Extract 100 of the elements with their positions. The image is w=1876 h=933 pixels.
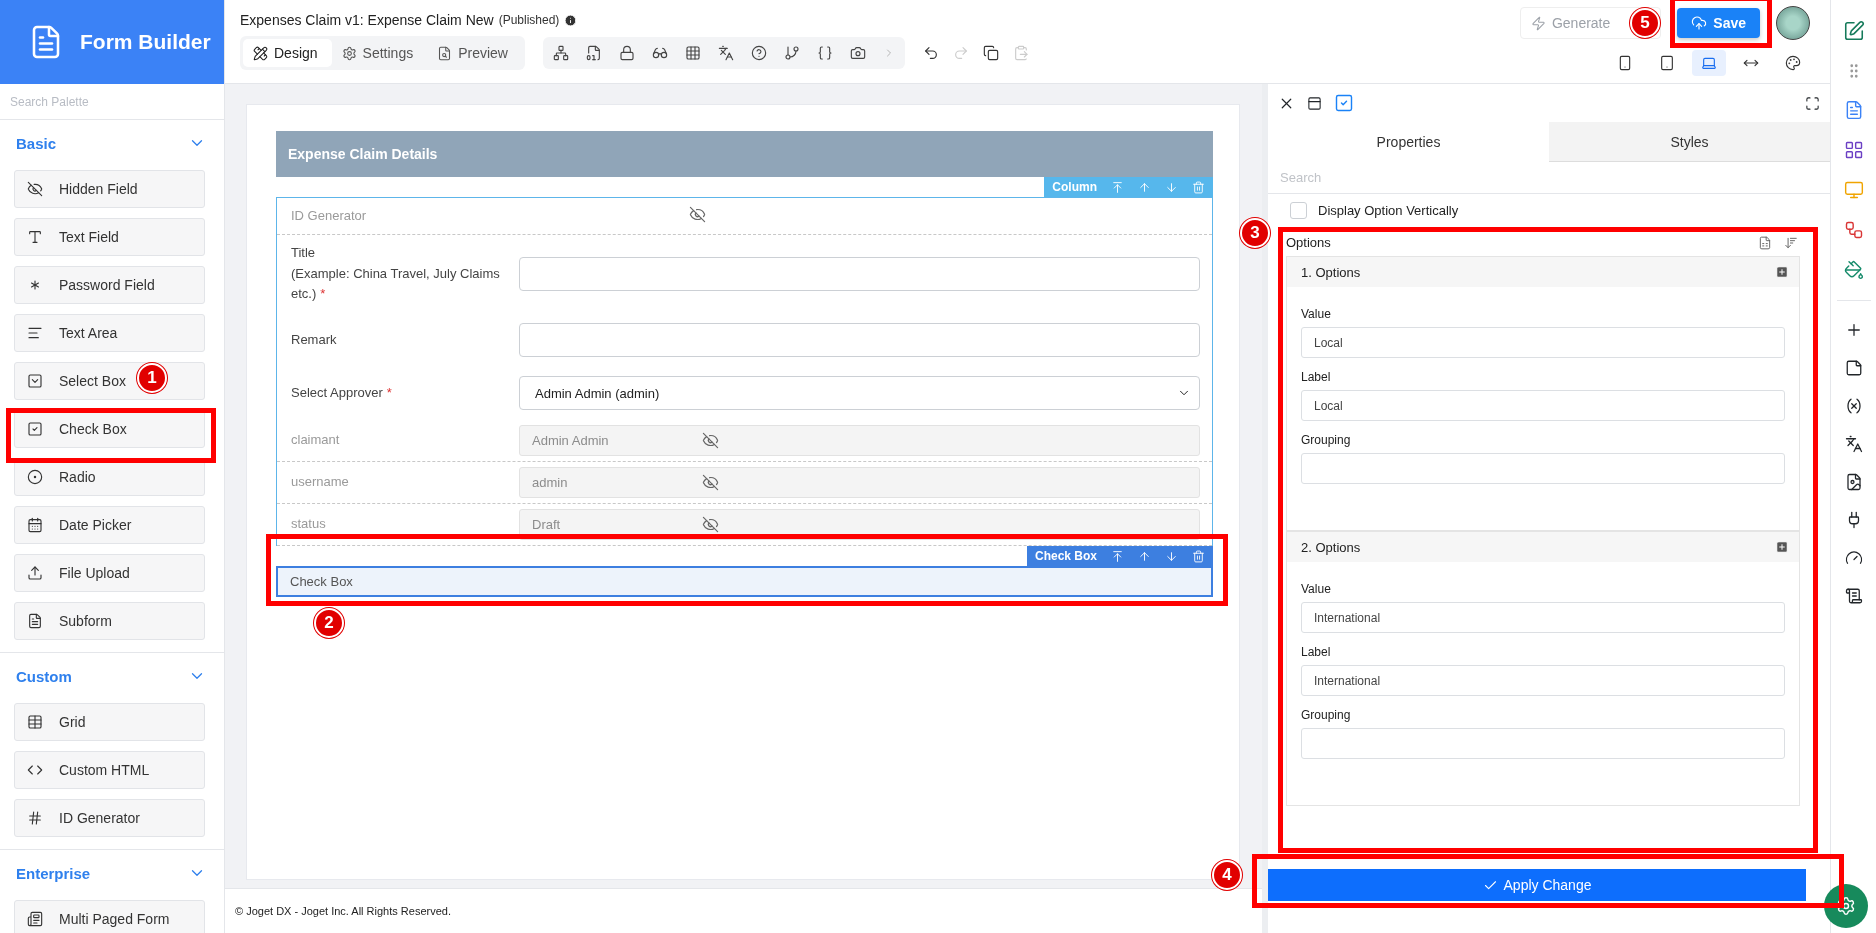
form-field[interactable]: Remark (277, 314, 1212, 367)
palette-item[interactable]: Grid (14, 703, 205, 741)
phone-icon (1617, 55, 1633, 71)
palette-item[interactable]: Subform (14, 602, 205, 640)
gauge-icon (1844, 549, 1863, 567)
form-field[interactable]: Title (Example: China Travel, July Claims etc.) * (277, 235, 1212, 314)
arrow-down-icon (1165, 549, 1178, 563)
tab[interactable]: Styles (1549, 122, 1830, 162)
csv-icon (1758, 235, 1772, 250)
field-label: ID Generator (291, 207, 367, 223)
laptop-icon (1701, 55, 1717, 71)
table-icon (1843, 140, 1864, 160)
field-hint: (Example: China Travel, July Claims etc.) * (291, 264, 501, 304)
workflow-icon (1843, 220, 1864, 240)
field-label: Remark (291, 331, 337, 347)
input-field[interactable] (519, 323, 1200, 357)
move-top-icon (1111, 180, 1124, 194)
lightning-icon (1530, 15, 1546, 31)
sort-icon (1784, 235, 1798, 250)
input-field[interactable]: International (1301, 602, 1785, 633)
scroll-icon (1844, 587, 1863, 605)
palette-item[interactable]: Password Field (14, 266, 205, 304)
input-field[interactable] (519, 257, 1200, 291)
pencil-ruler-icon (253, 45, 268, 61)
option-field-label: Label (1301, 645, 1332, 659)
cloud-upload-icon (1691, 15, 1708, 31)
option-field-label: Grouping (1301, 708, 1352, 722)
help-icon (751, 45, 767, 61)
palette-item[interactable]: Text Field (14, 218, 205, 256)
copy-icon (983, 45, 999, 61)
option-title: 2. Options (1301, 539, 1361, 555)
field-label: username (291, 474, 349, 490)
trash-icon (1192, 549, 1205, 563)
code-icon (27, 762, 43, 778)
save-button[interactable]: Save (1677, 8, 1760, 38)
variable-icon (1844, 397, 1863, 415)
add-icon (1775, 265, 1789, 279)
arrow-down-icon (1165, 180, 1178, 194)
option-field-label: Value (1301, 582, 1332, 596)
input-field[interactable]: International (1301, 665, 1785, 696)
input-field[interactable] (1301, 728, 1785, 759)
glasses-icon (652, 45, 668, 61)
field-label: status (291, 516, 326, 532)
trash-icon (1192, 180, 1205, 194)
palette-item[interactable]: Hidden Field (14, 170, 205, 208)
readonly-field: Admin Admin (519, 425, 1200, 456)
info-icon (564, 13, 578, 27)
section-title[interactable]: Basic (16, 134, 57, 152)
input-field[interactable] (1301, 453, 1785, 484)
calendar-icon (27, 517, 43, 533)
checkbox-label: Display Option Vertically (1318, 203, 1459, 218)
input-field[interactable]: Local (1301, 390, 1785, 421)
lock-icon (619, 45, 635, 61)
section-title[interactable]: Custom (16, 667, 72, 685)
eye-off-icon (27, 181, 43, 197)
text-lines-icon (27, 325, 43, 341)
form-title: Expenses Claim v1: Expense Claim New (240, 12, 494, 28)
option-field-label: Label (1301, 370, 1332, 384)
tab[interactable]: Design (243, 39, 332, 67)
panel-icon (1307, 95, 1322, 111)
palette-item[interactable]: Multi Paged Form (14, 900, 205, 933)
checkbox-element[interactable]: Check Box (276, 566, 1213, 597)
palette-item[interactable]: ID Generator (14, 799, 205, 837)
field-label: claimant (291, 432, 340, 448)
hierarchy-icon (553, 45, 569, 61)
arrow-up-icon (1138, 549, 1151, 563)
checkbox[interactable] (1290, 202, 1307, 219)
form-field[interactable]: Select Approver * Admin Admin (admin) (277, 367, 1212, 420)
app-title: Form Builder (80, 30, 211, 54)
translate-icon (718, 45, 734, 61)
section-title: Expense Claim Details (276, 131, 1213, 177)
apply-button[interactable]: Apply Change (1268, 869, 1806, 901)
input-field[interactable]: Local (1301, 327, 1785, 358)
fullscreen-icon (1805, 95, 1820, 111)
step-callout: 3 (1240, 218, 1270, 248)
options-title: Options (1286, 235, 1331, 250)
tab[interactable]: Settings (331, 39, 428, 67)
tab[interactable]: Preview (427, 39, 522, 67)
toolbar-label: Check Box (1034, 549, 1097, 563)
hash-icon (27, 810, 43, 826)
palette-item[interactable]: File Upload (14, 554, 205, 592)
pages-icon (27, 911, 43, 927)
camera-icon (850, 45, 866, 61)
eye-off-icon (689, 205, 706, 223)
edit-icon (1842, 20, 1865, 42)
palette-item[interactable]: Date Picker (14, 506, 205, 544)
checkbox-icon (27, 421, 43, 437)
monitor-icon (1843, 180, 1864, 200)
avatar[interactable] (1776, 6, 1810, 40)
section-title[interactable]: Enterprise (16, 864, 91, 882)
document-icon (27, 613, 43, 629)
tablet-icon (1659, 55, 1675, 71)
select-field[interactable]: Admin Admin (admin) (519, 376, 1200, 410)
eye-off-icon (702, 474, 719, 491)
move-top-icon (1111, 549, 1124, 563)
option-title: 1. Options (1301, 264, 1361, 280)
redo-icon (953, 45, 969, 61)
palette-item[interactable]: Custom HTML (14, 751, 205, 789)
palette-item[interactable]: Text Area (14, 314, 205, 352)
form-status: (Published) (498, 13, 560, 27)
